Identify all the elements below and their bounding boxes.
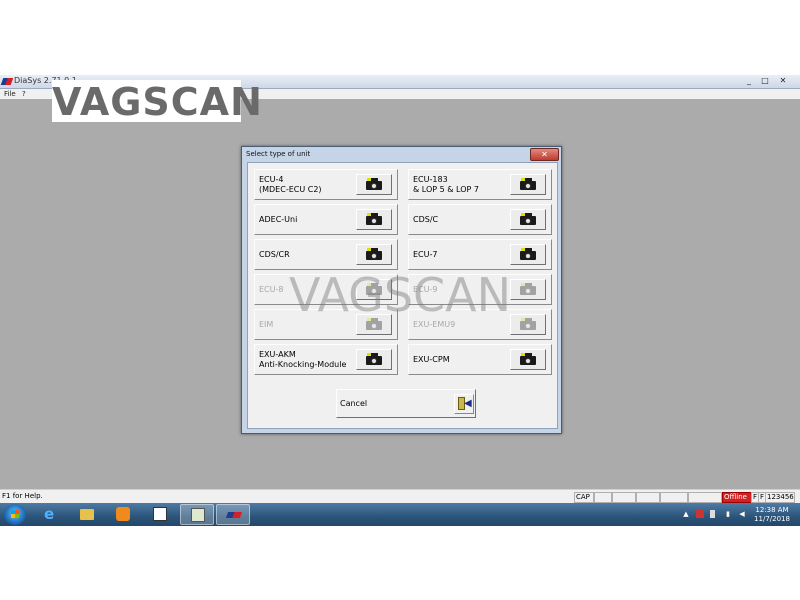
diasys-icon [225, 512, 243, 518]
unit-label: EXU-CPM [413, 354, 450, 364]
exit-door-icon: ◀ [454, 394, 474, 414]
clock-date: 11/7/2018 [754, 515, 790, 523]
unit-select-button[interactable] [356, 174, 392, 195]
status-bar: F1 for Help. CAP Offline F F 123456 [0, 489, 800, 504]
unit-button-ecu-7[interactable]: ECU-7 [408, 239, 552, 270]
unit-button-ecu-8: ECU-8 [254, 274, 398, 305]
camera-icon [366, 318, 382, 330]
unit-select-button [510, 314, 546, 335]
camera-icon [520, 353, 536, 365]
unit-button-adec-uni[interactable]: ADEC-Uni [254, 204, 398, 235]
menu-help[interactable]: ? [22, 89, 26, 99]
cancel-label: Cancel [340, 399, 368, 408]
status-serial: 123456 [765, 492, 795, 503]
internet-explorer-icon: e [44, 505, 55, 523]
taskbar-app-1[interactable] [143, 504, 177, 525]
unit-button-cds-c[interactable]: CDS/C [408, 204, 552, 235]
taskbar-clock[interactable]: 12:38 AM 11/7/2018 [752, 506, 792, 524]
unit-label: ECU-4 (MDEC-ECU C2) [259, 174, 322, 194]
maximize-button[interactable]: □ [758, 76, 772, 86]
folder-icon [80, 509, 94, 520]
ecu-app-icon [191, 508, 205, 522]
unit-select-button[interactable] [356, 209, 392, 230]
unit-button-ecu-9: ECU-9 [408, 274, 552, 305]
unit-select-button [356, 279, 392, 300]
unit-label: CDS/C [413, 214, 439, 224]
camera-icon [520, 318, 536, 330]
minimize-button[interactable]: _ [742, 76, 756, 86]
camera-icon [366, 178, 382, 190]
unit-button-exu-emu9: EXU-EMU9 [408, 309, 552, 340]
unit-label: ECU-8 [259, 284, 284, 294]
camera-icon [520, 178, 536, 190]
status-cap: CAP [574, 492, 594, 503]
unit-select-button[interactable] [510, 244, 546, 265]
taskbar-internet-explorer[interactable]: e [34, 504, 68, 525]
unit-button-ecu-4[interactable]: ECU-4 (MDEC-ECU C2) [254, 169, 398, 200]
status-help-text: F1 for Help. [2, 492, 43, 500]
menu-file[interactable]: File [4, 89, 16, 99]
select-unit-dialog: Select type of unit ✕ ECU-4 (MDEC-ECU C2… [241, 146, 562, 434]
camera-icon [366, 213, 382, 225]
unit-select-button[interactable] [510, 349, 546, 370]
windows-taskbar: e ▲ ▮ ◀ 12:38 AM 11/7/2018 [0, 503, 800, 526]
diagnostic-app-icon [153, 507, 167, 521]
unit-label: EXU-EMU9 [413, 319, 456, 329]
dialog-close-button[interactable]: ✕ [530, 148, 559, 161]
unit-label: CDS/CR [259, 249, 290, 259]
status-offline-badge: Offline [722, 492, 752, 503]
status-pane-empty-1 [594, 492, 612, 503]
camera-icon [520, 248, 536, 260]
unit-button-exu-akm[interactable]: EXU-AKM Anti-Knocking-Module [254, 344, 398, 375]
status-pane-empty-4 [660, 492, 688, 503]
unit-label: EXU-AKM Anti-Knocking-Module [259, 349, 347, 369]
clock-time: 12:38 AM [755, 506, 789, 514]
tray-expand-icon[interactable]: ▲ [682, 510, 690, 518]
volume-icon[interactable]: ◀ [738, 510, 746, 518]
unit-button-ecu-183[interactable]: ECU-183 & LOP 5 & LOP 7 [408, 169, 552, 200]
usb-device-icon[interactable] [710, 510, 715, 518]
dialog-body: ECU-4 (MDEC-ECU C2) ECU-183 & LOP 5 & LO… [247, 162, 558, 429]
status-pane-empty-3 [636, 492, 660, 503]
dialog-title: Select type of unit [246, 150, 311, 158]
camera-icon [520, 213, 536, 225]
status-pane-empty-2 [612, 492, 636, 503]
network-icon[interactable]: ▮ [724, 510, 732, 518]
unit-select-button[interactable] [356, 349, 392, 370]
taskbar-file-explorer[interactable] [70, 504, 104, 525]
camera-icon [366, 248, 382, 260]
camera-icon [366, 283, 382, 295]
media-player-icon [116, 507, 130, 521]
unit-select-button [510, 279, 546, 300]
unit-label: EIM [259, 319, 274, 329]
action-center-icon[interactable] [696, 510, 704, 518]
unit-label: ECU-7 [413, 249, 438, 259]
cancel-button[interactable]: Cancel ◀ [336, 389, 476, 418]
taskbar-media-player[interactable] [106, 504, 140, 525]
close-window-button[interactable]: ✕ [776, 76, 790, 86]
unit-label: ECU-183 & LOP 5 & LOP 7 [413, 174, 479, 194]
taskbar-diasys[interactable] [216, 504, 250, 525]
unit-select-button[interactable] [510, 174, 546, 195]
vagscan-logo: VAGSCAN [52, 80, 263, 124]
camera-icon [366, 353, 382, 365]
unit-button-cds-cr[interactable]: CDS/CR [254, 239, 398, 270]
unit-select-button[interactable] [356, 244, 392, 265]
taskbar-app-2[interactable] [180, 504, 214, 525]
camera-icon [520, 283, 536, 295]
unit-label: ADEC-Uni [259, 214, 298, 224]
unit-select-button [356, 314, 392, 335]
unit-select-button[interactable] [510, 209, 546, 230]
unit-button-exu-cpm[interactable]: EXU-CPM [408, 344, 552, 375]
status-pane-empty-5 [688, 492, 722, 503]
start-button[interactable] [4, 504, 26, 525]
unit-button-eim: EIM [254, 309, 398, 340]
app-logo-icon [0, 78, 14, 85]
unit-label: ECU-9 [413, 284, 438, 294]
